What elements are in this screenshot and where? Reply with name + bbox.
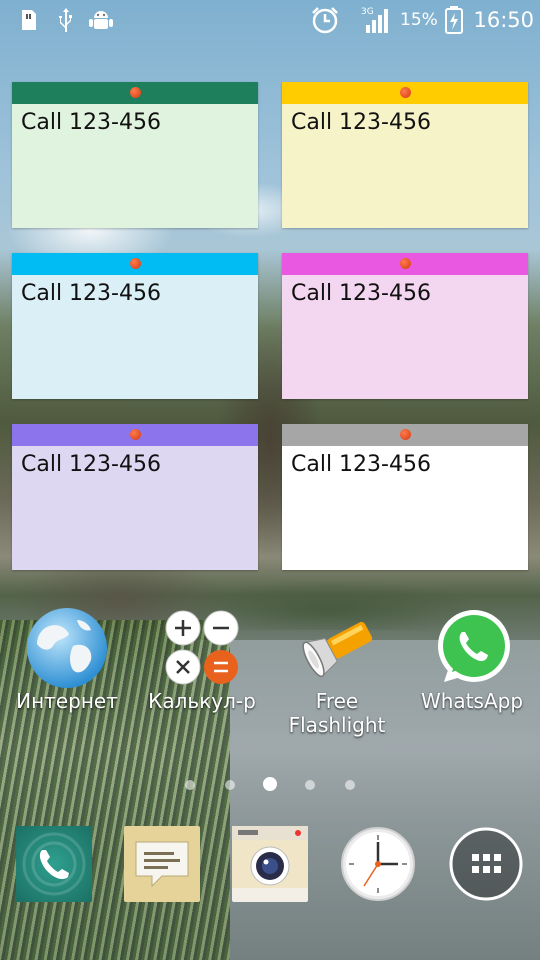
usb-icon <box>55 6 77 34</box>
app-label-line-2: Flashlight <box>288 713 386 737</box>
sticky-note-widget[interactable]: Call 123-456 <box>282 253 528 399</box>
app-label: Калькул-р <box>148 689 256 713</box>
dock-clock[interactable] <box>340 826 416 902</box>
page-dot[interactable] <box>305 780 315 790</box>
note-header <box>12 424 258 446</box>
note-text: Call 123-456 <box>21 281 161 306</box>
dock-messages[interactable] <box>124 826 200 902</box>
camera-icon <box>232 826 308 902</box>
messages-icon <box>124 826 200 902</box>
dock-camera[interactable] <box>232 826 308 902</box>
calculator-icon <box>160 606 244 690</box>
pin-icon <box>130 258 141 269</box>
app-free-flashlight[interactable]: Free Flashlight <box>272 606 402 738</box>
dock-phone[interactable] <box>16 826 92 902</box>
note-text: Call 123-456 <box>291 452 431 477</box>
globe-icon <box>25 606 109 690</box>
app-whatsapp[interactable]: WhatsApp <box>407 606 537 714</box>
app-calculator[interactable]: Калькул-р <box>137 606 267 714</box>
dock-app-drawer[interactable] <box>448 826 524 902</box>
app-label: WhatsApp <box>420 689 524 713</box>
pin-icon <box>400 258 411 269</box>
page-dot-active[interactable] <box>263 777 277 791</box>
sticky-note-widget[interactable]: Call 123-456 <box>282 82 528 228</box>
note-header <box>282 424 528 446</box>
page-dot[interactable] <box>185 780 195 790</box>
app-drawer-icon <box>448 826 524 902</box>
phone-icon <box>16 826 92 902</box>
flashlight-icon <box>295 606 379 690</box>
app-label-line-1: Free <box>315 689 359 713</box>
pin-icon <box>130 429 141 440</box>
pin-icon <box>400 87 411 98</box>
pin-icon <box>400 429 411 440</box>
note-header <box>12 82 258 104</box>
battery-charging-icon <box>443 6 465 34</box>
sticky-note-widget[interactable]: Call 123-456 <box>12 253 258 399</box>
network-type-label: 3G <box>361 7 374 17</box>
page-dot[interactable] <box>225 780 235 790</box>
note-text: Call 123-456 <box>291 281 431 306</box>
page-dot[interactable] <box>345 780 355 790</box>
sticky-note-widget[interactable]: Call 123-456 <box>12 82 258 228</box>
note-header <box>282 82 528 104</box>
clock-time: 16:50 <box>473 8 534 32</box>
note-header <box>282 253 528 275</box>
whatsapp-icon <box>430 606 514 690</box>
sd-card-icon <box>18 6 40 34</box>
note-text: Call 123-456 <box>21 452 161 477</box>
sticky-note-widget[interactable]: Call 123-456 <box>12 424 258 570</box>
sticky-note-widget[interactable]: Call 123-456 <box>282 424 528 570</box>
battery-percent: 15% <box>400 10 438 30</box>
pin-icon <box>130 87 141 98</box>
app-label: Интернет <box>16 689 118 713</box>
note-text: Call 123-456 <box>291 110 431 135</box>
app-internet[interactable]: Интернет <box>2 606 132 714</box>
signal-3g-icon: 3G <box>360 6 394 34</box>
note-header <box>12 253 258 275</box>
note-text: Call 123-456 <box>21 110 161 135</box>
alarm-icon <box>310 6 340 34</box>
android-debug-icon <box>88 6 114 34</box>
status-bar: 3G 15% 16:50 <box>0 0 540 40</box>
clock-icon <box>340 826 416 902</box>
